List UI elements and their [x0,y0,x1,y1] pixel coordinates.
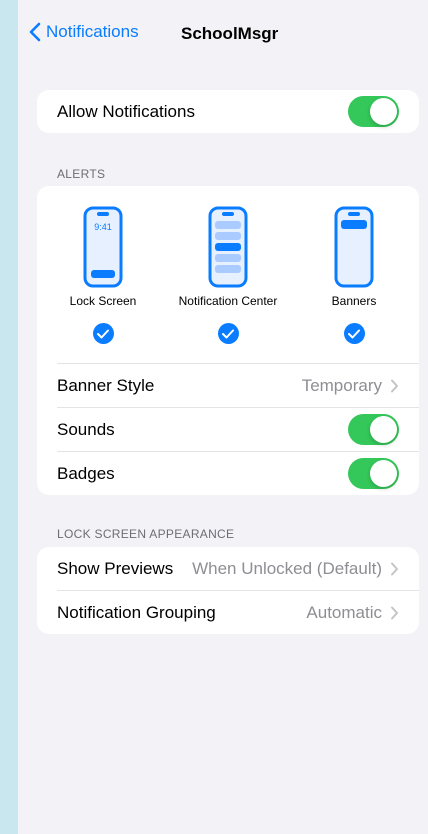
back-label: Notifications [46,22,139,41]
navigation-bar: Notifications SchoolMsgr [18,0,428,64]
sounds-toggle[interactable] [348,414,399,445]
show-previews-row[interactable]: Show Previews When Unlocked (Default) [37,547,419,590]
page-title: SchoolMsgr [181,24,279,43]
lock-screen-time: 9:41 [94,222,112,232]
alert-option-banners[interactable]: Banners [289,206,419,344]
checkmark-icon[interactable] [343,323,365,344]
sounds-label: Sounds [57,419,115,439]
sounds-row: Sounds [37,408,419,451]
lock-screen-phone-icon: 9:41 [83,206,123,288]
badges-row: Badges [37,452,419,495]
show-previews-label: Show Previews [57,558,174,578]
toggle-knob [370,416,397,443]
alert-option-lock-screen[interactable]: 9:41 Lock Screen [38,206,168,344]
back-button[interactable]: Notifications [28,22,139,42]
banner-style-label: Banner Style [57,375,155,395]
allow-notifications-toggle[interactable] [348,96,399,127]
lock-screen-section-header: LOCK SCREEN APPEARANCE [57,527,235,541]
settings-screen: Notifications SchoolMsgr Allow Notificat… [18,0,428,834]
alert-option-label: Notification Center [178,294,278,308]
notification-grouping-row[interactable]: Notification Grouping Automatic [37,591,419,634]
allow-notifications-card: Allow Notifications [37,90,419,133]
chevron-right-icon [391,379,398,392]
alert-option-label: Lock Screen [69,294,137,308]
chevron-right-icon [391,606,398,619]
alert-options: 9:41 Lock Screen Notification Center Ban… [37,186,419,363]
notification-grouping-label: Notification Grouping [57,602,216,622]
chevron-left-icon [29,22,41,42]
allow-notifications-row: Allow Notifications [37,90,419,133]
alerts-card: 9:41 Lock Screen Notification Center Ban… [37,186,419,495]
checkmark-icon[interactable] [217,323,239,344]
banner-style-value: Temporary [301,375,382,395]
alerts-section-header: ALERTS [57,167,106,181]
alert-option-notification-center[interactable]: Notification Center [163,206,293,344]
toggle-knob [370,460,397,487]
banner-style-row[interactable]: Banner Style Temporary [37,364,419,407]
allow-notifications-label: Allow Notifications [57,101,195,121]
badges-label: Badges [57,463,115,483]
alert-option-label: Banners [331,294,377,308]
lock-screen-card: Show Previews When Unlocked (Default) No… [37,547,419,634]
chevron-right-icon [391,562,398,575]
badges-toggle[interactable] [348,458,399,489]
notification-grouping-value: Automatic [306,602,382,622]
toggle-knob [370,98,397,125]
notification-center-phone-icon [208,206,248,288]
show-previews-value: When Unlocked (Default) [192,558,382,578]
banners-phone-icon [334,206,374,288]
checkmark-icon[interactable] [92,323,114,344]
